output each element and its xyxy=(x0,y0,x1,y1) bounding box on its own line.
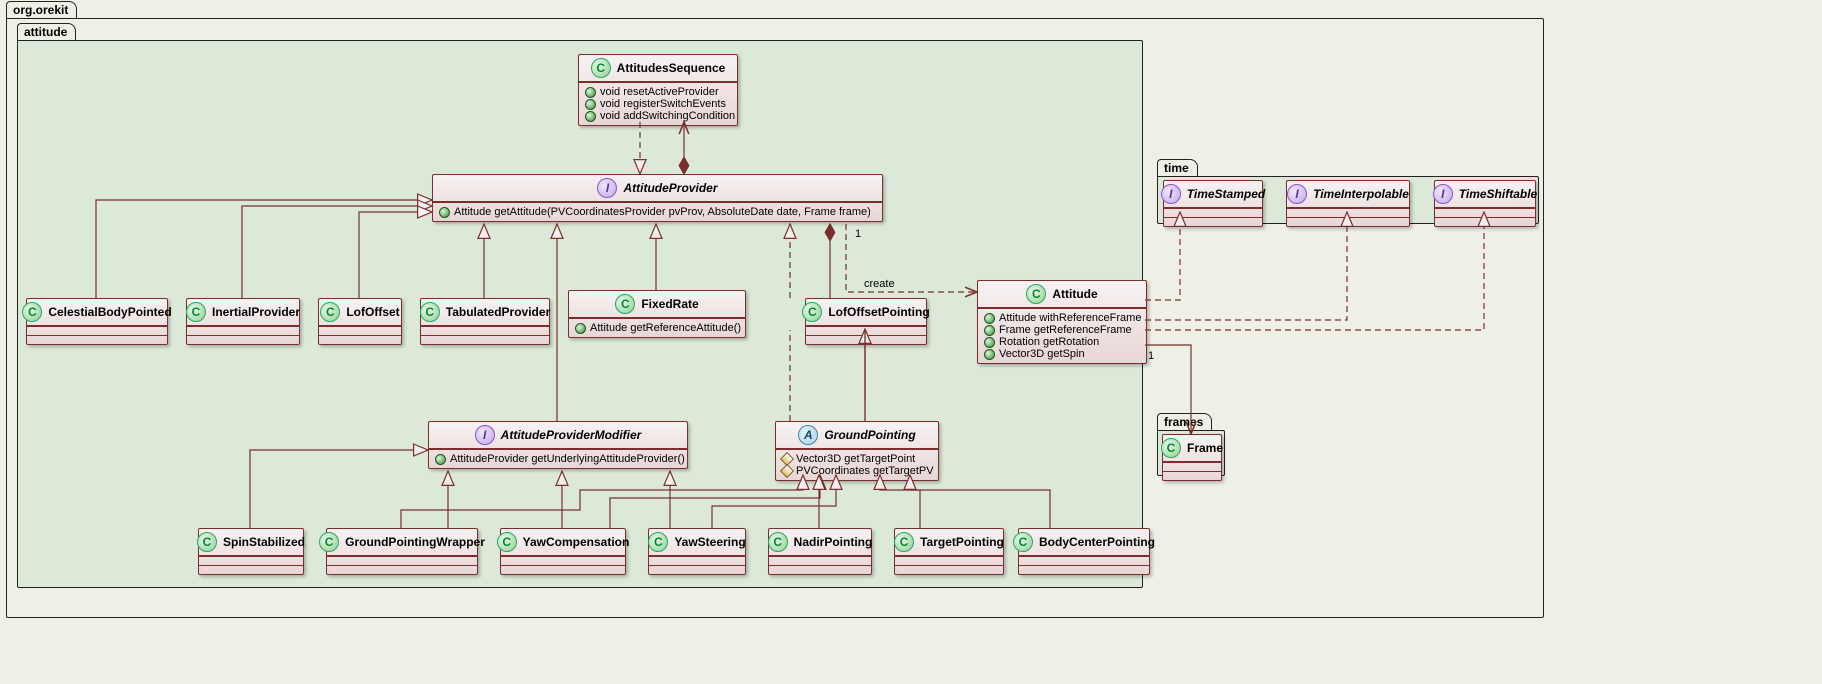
class-icon: C xyxy=(591,58,611,78)
class-SpinStabilized: C SpinStabilized xyxy=(198,528,304,575)
interface-icon: I xyxy=(1433,184,1453,204)
class-member: void resetActiveProvider xyxy=(585,86,731,98)
class-TimeInterpolable: I TimeInterpolable xyxy=(1286,180,1410,227)
class-YawCompensation: CYawCompensation xyxy=(500,528,626,575)
class-icon: C xyxy=(802,302,822,322)
class-icon: C xyxy=(894,532,914,552)
relation-label: create xyxy=(864,278,895,290)
class-name: AttitudeProvider xyxy=(623,181,717,195)
public-method-icon xyxy=(585,99,596,110)
package-tab: org.orekit xyxy=(6,1,77,18)
class-GroundPointingWrapper: CGroundPointingWrapper xyxy=(326,528,478,575)
class-name: Attitude xyxy=(1052,287,1097,301)
class-name: TimeShiftable xyxy=(1459,187,1537,201)
class-YawSteering: C YawSteering xyxy=(648,528,746,575)
public-method-icon xyxy=(984,313,995,324)
class-member: PVCoordinates getTargetPV xyxy=(782,465,932,477)
class-member: Frame getReferenceFrame xyxy=(984,324,1140,336)
public-method-icon xyxy=(984,349,995,360)
class-name: InertialProvider xyxy=(212,305,300,319)
public-method-icon xyxy=(984,337,995,348)
class-icon: C xyxy=(768,532,788,552)
public-method-icon xyxy=(439,207,450,218)
class-Frame: C Frame xyxy=(1162,434,1222,481)
class-name: TabulatedProvider xyxy=(446,305,550,319)
class-name: GroundPointing xyxy=(824,428,915,442)
class-name: AttitudesSequence xyxy=(617,61,726,75)
class-icon: C xyxy=(648,532,668,552)
class-icon: C xyxy=(319,532,339,552)
class-name: YawCompensation xyxy=(523,535,630,549)
class-LofOffset: C LofOffset xyxy=(318,298,402,345)
relation-label: 1 xyxy=(1148,350,1154,362)
class-name: LofOffsetPointing xyxy=(828,305,929,319)
class-TabulatedProvider: C TabulatedProvider xyxy=(420,298,550,345)
class-FixedRate: C FixedRate Attitude getReferenceAttitude(… xyxy=(568,290,746,338)
class-CelestialBodyPointed: CCelestialBodyPointed xyxy=(26,298,168,345)
class-icon: C xyxy=(1026,284,1046,304)
interface-icon: I xyxy=(1161,184,1181,204)
class-member: Vector3D getTargetPoint xyxy=(782,453,932,465)
public-method-icon xyxy=(585,87,596,98)
class-name: AttitudeProviderModifier xyxy=(501,428,642,442)
class-member: Vector3D getSpin xyxy=(984,348,1140,360)
class-InertialProvider: C InertialProvider xyxy=(186,298,300,345)
package-tab: time xyxy=(1157,159,1198,176)
class-name: FixedRate xyxy=(641,297,698,311)
relation-label: 1 xyxy=(855,228,861,240)
class-member: Attitude withReferenceFrame xyxy=(984,312,1140,324)
class-member: void registerSwitchEvents xyxy=(585,98,731,110)
class-name: GroundPointingWrapper xyxy=(345,535,485,549)
class-Attitude: C Attitude Attitude withReferenceFrameFram… xyxy=(977,280,1147,364)
class-LofOffsetPointing: C LofOffsetPointing xyxy=(805,298,927,345)
class-icon: C xyxy=(1161,438,1181,458)
package-tab: attitude xyxy=(17,23,76,40)
class-member: Rotation getRotation xyxy=(984,336,1140,348)
class-TargetPointing: C TargetPointing xyxy=(894,528,1004,575)
public-method-icon xyxy=(575,323,586,334)
class-AttitudeProviderModifier: I AttitudeProviderModifier AttitudeProvide… xyxy=(428,421,688,469)
class-AttitudeProvider: I AttitudeProvider Attitude getAttitude(PV… xyxy=(432,174,883,222)
class-name: YawSteering xyxy=(674,535,745,549)
class-TimeShiftable: I TimeShiftable xyxy=(1434,180,1536,227)
class-GroundPointing: A GroundPointing Vector3D getTargetPointPV… xyxy=(775,421,939,481)
class-icon: C xyxy=(186,302,206,322)
abstract-method-icon xyxy=(780,464,794,478)
class-name: Frame xyxy=(1187,441,1223,455)
class-AttitudesSequence: C AttitudesSequence void resetActiveProvid… xyxy=(578,54,738,126)
interface-icon: I xyxy=(475,425,495,445)
class-icon: C xyxy=(197,532,217,552)
package-tab: frames xyxy=(1157,413,1212,430)
public-method-icon xyxy=(435,454,446,465)
class-name: TimeStamped xyxy=(1187,187,1265,201)
interface-icon: I xyxy=(1287,184,1307,204)
public-method-icon xyxy=(585,111,596,122)
class-icon: C xyxy=(497,532,517,552)
class-name: NadirPointing xyxy=(794,535,873,549)
class-NadirPointing: C NadirPointing xyxy=(768,528,872,575)
interface-icon: I xyxy=(597,178,617,198)
class-member: Attitude getAttitude(PVCoordinatesProvid… xyxy=(439,206,876,218)
class-icon: C xyxy=(22,302,42,322)
class-member: AttitudeProvider getUnderlyingAttitudePr… xyxy=(435,453,681,465)
class-TimeStamped: I TimeStamped xyxy=(1163,180,1263,227)
class-BodyCenterPointing: CBodyCenterPointing xyxy=(1018,528,1150,575)
abstract-icon: A xyxy=(798,425,818,445)
class-name: TargetPointing xyxy=(920,535,1004,549)
class-icon: C xyxy=(615,294,635,314)
class-name: SpinStabilized xyxy=(223,535,305,549)
class-member: void addSwitchingCondition xyxy=(585,110,731,122)
class-name: TimeInterpolable xyxy=(1313,187,1409,201)
class-icon: C xyxy=(420,302,440,322)
class-name: CelestialBodyPointed xyxy=(48,305,171,319)
class-name: LofOffset xyxy=(346,305,399,319)
class-member: Attitude getReferenceAttitude() xyxy=(575,322,739,334)
public-method-icon xyxy=(984,325,995,336)
class-icon: C xyxy=(1013,532,1033,552)
class-name: BodyCenterPointing xyxy=(1039,535,1155,549)
class-icon: C xyxy=(320,302,340,322)
